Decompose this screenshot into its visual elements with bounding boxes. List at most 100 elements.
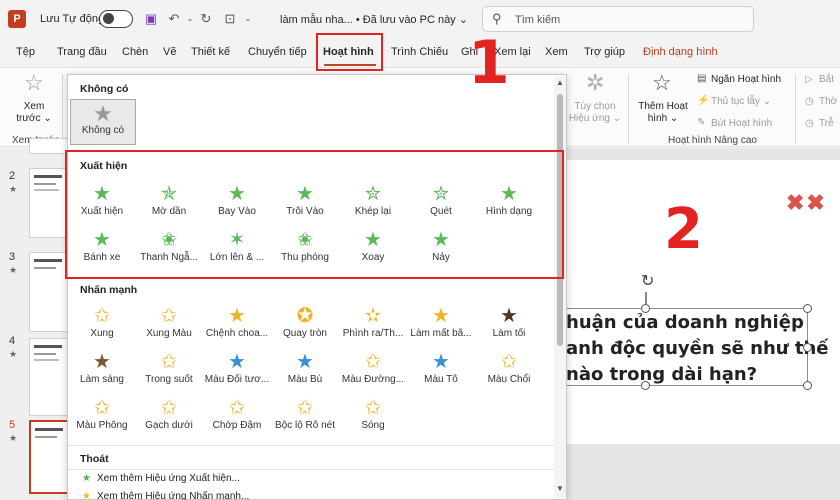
add-animation-icon[interactable]: ☆ [652, 72, 672, 94]
underline-icon: ✩ [160, 397, 178, 419]
slide-number: 2 [9, 170, 16, 182]
animation-gallery-dropdown: Không có ★ Không có Xuất hiện ★ Xuất hiện… [67, 74, 567, 500]
animation-wave[interactable]: ✩ Sóng [340, 397, 406, 432]
preview-label-2[interactable]: trước ⌄ [10, 113, 58, 125]
spin-icon: ✪ [296, 305, 314, 327]
animation-pane-icon[interactable]: ▤ [697, 73, 706, 85]
thumb-line [34, 345, 62, 348]
thumb-line [34, 183, 56, 185]
highlight-animations-tab [316, 33, 383, 71]
animation-bold-reveal[interactable]: ✩ Bộc lộ Rõ nét [272, 397, 338, 432]
animation-transparency[interactable]: ✩ Trong suốt [136, 351, 202, 386]
scroll-up-icon[interactable]: ▲ [556, 78, 564, 87]
animation-pulse[interactable]: ✩ Xung [69, 305, 135, 340]
save-icon[interactable]: ▣ [143, 11, 159, 27]
slide-animation-icon: ★ [9, 349, 18, 359]
resize-handle[interactable] [641, 381, 650, 390]
slide-thumbnail[interactable] [29, 338, 69, 416]
tab-slideshow[interactable]: Trình Chiếu [391, 46, 448, 58]
slide-thumbnail[interactable] [29, 252, 69, 332]
preview-star-icon[interactable]: ☆ [24, 72, 44, 94]
animation-grow-shrink[interactable]: ✫ Phình ra/Th... [340, 305, 406, 340]
animation-font-color[interactable]: ✩ Màu Phông [69, 397, 135, 432]
tab-draw[interactable]: Vẽ [163, 46, 176, 58]
delay-label: Trễ [819, 118, 834, 129]
tab-view[interactable]: Xem [545, 46, 568, 58]
transparency-icon: ✩ [160, 351, 178, 373]
add-animation-label-2[interactable]: hình ⌄ [634, 113, 692, 125]
search-placeholder: Tìm kiếm [515, 14, 561, 26]
scroll-down-icon[interactable]: ▼ [556, 484, 564, 493]
resize-handle[interactable] [803, 381, 812, 390]
ribbon-separator [628, 74, 629, 144]
undo-dropdown-icon[interactable]: ⌄ [182, 11, 198, 27]
animation-desaturate[interactable]: ★ Làm mất bã... [408, 305, 474, 340]
animation-darken[interactable]: ★ Làm tối [476, 305, 542, 340]
thumb-line [35, 428, 63, 431]
add-animation-label-1[interactable]: Thêm Hoạt [634, 101, 692, 113]
animation-teeter[interactable]: ★ Chệnh choa... [204, 305, 270, 340]
animation-color-pulse[interactable]: ✩ Xung Màu [136, 305, 202, 340]
ribbon-separator [795, 74, 796, 144]
tab-shape-format[interactable]: Định dạng hình [643, 46, 718, 58]
tab-transitions[interactable]: Chuyển tiếp [248, 46, 307, 58]
animation-spin[interactable]: ✪ Quay tròn [272, 305, 338, 340]
search-box[interactable]: ⚲ Tìm kiếm [482, 6, 754, 32]
tab-design[interactable]: Thiết kế [191, 46, 230, 58]
gallery-scrollbar[interactable]: ▲ ▼ [554, 76, 566, 498]
document-title[interactable]: làm mẫu nha... • Đã lưu vào PC này ⌄ [280, 13, 468, 26]
animation-underline[interactable]: ✩ Gạch dưới [136, 397, 202, 432]
tab-file[interactable]: Tệp [16, 46, 35, 58]
grow-shrink-icon: ✫ [364, 305, 382, 327]
section-emphasis: Nhấn mạnh [80, 284, 138, 296]
rotate-handle-icon[interactable]: ↻ [641, 271, 654, 291]
highlight-entrance-section [65, 150, 564, 279]
slide-thumbnail[interactable] [29, 168, 69, 238]
customize-toolbar-icon[interactable]: ⌄ [240, 11, 256, 27]
animation-bold-flash[interactable]: ✩ Chớp Đậm [204, 397, 270, 432]
resize-handle[interactable] [803, 343, 812, 352]
animation-line-color[interactable]: ✩ Màu Đường... [340, 351, 406, 386]
effect-options-label-2: Hiệu ứng ⌄ [568, 113, 622, 124]
slide-thumbnail-selected[interactable] [29, 420, 69, 494]
tab-home[interactable]: Trang đầu [57, 46, 107, 58]
animation-lighten[interactable]: ★ Làm sáng [69, 351, 135, 386]
animation-none[interactable]: ★ Không có [70, 99, 136, 145]
slide-text[interactable]: huận của doanh nghiệp anh độc quyền sẽ n… [566, 310, 828, 388]
animation-label: Màu Phông [76, 420, 128, 431]
present-icon[interactable]: ⊡ [222, 11, 238, 27]
tab-help[interactable]: Trợ giúp [584, 46, 625, 58]
autosave-toggle[interactable] [99, 10, 133, 28]
emphasis-star-icon: ★ [82, 491, 91, 500]
slide-text-line: huận của doanh nghiệp [566, 312, 804, 333]
more-entrance-effects[interactable]: ★ Xem thêm Hiệu ứng Xuất hiện... [82, 473, 240, 484]
animation-label: Gạch dưới [145, 420, 193, 431]
resize-handle[interactable] [803, 304, 812, 313]
effect-options-label-1: Tùy chọn [574, 101, 616, 112]
powerpoint-logo-icon: P [8, 10, 26, 28]
animation-label: Không có [81, 125, 125, 136]
tab-insert[interactable]: Chèn [122, 46, 148, 58]
slide-thumbnail[interactable] [29, 138, 69, 154]
preview-label-1[interactable]: Xem [10, 101, 58, 113]
redo-icon[interactable]: ↻ [198, 11, 214, 27]
animation-brush-color[interactable]: ✩ Màu Chổi [476, 351, 542, 386]
animation-object-color[interactable]: ★ Màu Đối tươ... [204, 351, 270, 386]
animation-pane-button[interactable]: Ngăn Hoạt hình [711, 74, 781, 86]
resize-handle[interactable] [641, 304, 650, 313]
animation-label: Xung [90, 328, 114, 339]
more-emphasis-effects[interactable]: ★ Xem thêm Hiệu ứng Nhấn mạnh... [82, 491, 249, 500]
undo-icon[interactable]: ↶ [166, 11, 182, 27]
color-pulse-icon: ✩ [160, 305, 178, 327]
darken-icon: ★ [500, 305, 518, 327]
title-bar: P Lưu Tự động ▣ ↶ ⌄ ↻ ⊡ ⌄ làm mẫu nha...… [0, 0, 840, 38]
animation-fill-color[interactable]: ★ Màu Tô [408, 351, 474, 386]
slide-number: 5 [9, 419, 16, 431]
brush-color-icon: ✩ [500, 351, 518, 373]
animation-label: Quay tròn [283, 328, 327, 339]
slide-number: 3 [9, 251, 16, 263]
search-icon: ⚲ [492, 11, 502, 26]
animation-label: Xung Màu [146, 328, 192, 339]
slide-thumbnail-pane: 2 ★ 3 ★ 4 ★ 5 ★ [0, 138, 69, 500]
animation-complementary-color[interactable]: ★ Màu Bù [272, 351, 338, 386]
